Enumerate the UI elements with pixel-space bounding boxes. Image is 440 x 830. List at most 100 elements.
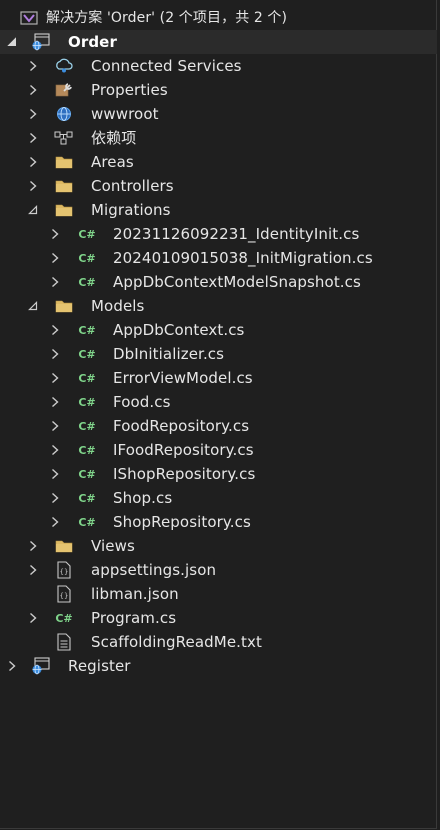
tree-item[interactable]: 依赖项: [0, 126, 437, 150]
tree-item[interactable]: {} libman.json: [0, 582, 437, 606]
csharp-file-icon: C#: [78, 347, 96, 361]
tree-item-label: Program.cs: [91, 609, 177, 627]
tree-item-label: Views: [91, 537, 135, 555]
tree-item[interactable]: Controllers: [0, 174, 437, 198]
expand-chevron-icon[interactable]: [25, 102, 41, 126]
tree-item-label: Migrations: [91, 201, 171, 219]
tree-item-label: Order: [68, 33, 117, 51]
tree-item-label: Controllers: [91, 177, 174, 195]
tree-item[interactable]: Migrations: [0, 198, 437, 222]
expand-chevron-icon[interactable]: [4, 654, 20, 678]
tree-item-label: Shop.cs: [113, 489, 173, 507]
csharp-file-icon: C#: [78, 443, 96, 457]
tree-item[interactable]: C# IFoodRepository.cs: [0, 438, 437, 462]
csharp-file-icon: C#: [78, 371, 96, 385]
collapse-triangle-icon[interactable]: [4, 30, 20, 54]
expand-chevron-icon[interactable]: [47, 318, 63, 342]
tree-item[interactable]: C# Shop.cs: [0, 486, 437, 510]
tree-item[interactable]: C# ShopRepository.cs: [0, 510, 437, 534]
tree-item-label: Connected Services: [91, 57, 242, 75]
csharp-file-icon: C#: [78, 419, 96, 433]
expand-chevron-icon[interactable]: [25, 534, 41, 558]
csharp-file-icon: C#: [78, 275, 96, 289]
expand-chevron-icon[interactable]: [47, 270, 63, 294]
collapse-triangle-icon[interactable]: [25, 294, 41, 318]
expand-chevron-icon[interactable]: [25, 54, 41, 78]
csharp-file-icon: C#: [78, 491, 96, 505]
expand-chevron-icon[interactable]: [25, 126, 41, 150]
collapse-triangle-icon[interactable]: [25, 198, 41, 222]
tree-item[interactable]: wwwroot: [0, 102, 437, 126]
visual-studio-solution-icon: [19, 6, 39, 30]
tree-item-label: DbInitializer.cs: [113, 345, 225, 363]
csharp-project-icon: [31, 30, 51, 54]
csharp-file-icon: C#: [55, 611, 73, 625]
csharp-project-icon: [31, 654, 51, 678]
json-file-icon: {}: [54, 558, 74, 582]
expand-chevron-icon[interactable]: [25, 606, 41, 630]
solution-title: 解决方案 'Order' (2 个项目，共 2 个): [46, 10, 288, 26]
tree-item[interactable]: Views: [0, 534, 437, 558]
csharp-file-icon: C#: [78, 251, 96, 265]
expand-chevron-icon[interactable]: [25, 558, 41, 582]
svg-text:{}: {}: [60, 568, 69, 576]
tree-item[interactable]: C# Food.cs: [0, 390, 437, 414]
expand-chevron-icon[interactable]: [47, 342, 63, 366]
folder-icon: [54, 198, 74, 222]
tree-item-label: FoodRepository.cs: [113, 417, 250, 435]
folder-icon: [54, 150, 74, 174]
tree-item[interactable]: {} appsettings.json: [0, 558, 437, 582]
tree-item[interactable]: C# IShopRepository.cs: [0, 462, 437, 486]
tree-item-label: ShopRepository.cs: [113, 513, 251, 531]
tree-item[interactable]: C# Program.cs: [0, 606, 437, 630]
expand-chevron-icon[interactable]: [25, 174, 41, 198]
tree-item-label: wwwroot: [91, 105, 159, 123]
tree-item-label: Properties: [91, 81, 168, 99]
expand-chevron-icon[interactable]: [47, 366, 63, 390]
tree-item[interactable]: Areas: [0, 150, 437, 174]
expand-chevron-icon[interactable]: [25, 150, 41, 174]
tree-item-label: Models: [91, 297, 145, 315]
tree-item[interactable]: Models: [0, 294, 437, 318]
tree-item-label: ErrorViewModel.cs: [113, 369, 253, 387]
tree-item[interactable]: C# AppDbContextModelSnapshot.cs: [0, 270, 437, 294]
tree-item-label: Areas: [91, 153, 134, 171]
solution-explorer-panel: 解决方案 'Order' (2 个项目，共 2 个) Order Connecte…: [0, 0, 437, 829]
tree-item[interactable]: C# ErrorViewModel.cs: [0, 366, 437, 390]
tree-item-label: ScaffoldingReadMe.txt: [91, 633, 262, 651]
expand-chevron-icon[interactable]: [47, 246, 63, 270]
expand-chevron-icon[interactable]: [25, 78, 41, 102]
globe-icon: [54, 102, 74, 126]
expand-chevron-icon[interactable]: [47, 462, 63, 486]
tree-item[interactable]: ScaffoldingReadMe.txt: [0, 630, 437, 654]
tree-item-label: IShopRepository.cs: [113, 465, 256, 483]
tree-item[interactable]: C# FoodRepository.cs: [0, 414, 437, 438]
solution-node[interactable]: 解决方案 'Order' (2 个项目，共 2 个): [0, 6, 437, 30]
csharp-file-icon: C#: [78, 515, 96, 529]
svg-text:{}: {}: [60, 592, 69, 600]
expand-chevron-icon[interactable]: [47, 222, 63, 246]
expand-chevron-icon[interactable]: [47, 414, 63, 438]
tree-item-label: AppDbContext.cs: [113, 321, 245, 339]
folder-icon: [54, 294, 74, 318]
tree-item[interactable]: Connected Services: [0, 54, 437, 78]
expand-chevron-icon[interactable]: [47, 486, 63, 510]
tree-item[interactable]: C# AppDbContext.cs: [0, 318, 437, 342]
tree-item[interactable]: Order: [0, 30, 437, 54]
tree-item-label: libman.json: [91, 585, 179, 603]
tree-item-label: IFoodRepository.cs: [113, 441, 254, 459]
tree-item[interactable]: Register: [0, 654, 437, 678]
folder-icon: [54, 174, 74, 198]
tree-item[interactable]: Properties: [0, 78, 437, 102]
tree-item[interactable]: C# DbInitializer.cs: [0, 342, 437, 366]
expand-chevron-icon[interactable]: [47, 438, 63, 462]
properties-wrench-icon: [54, 78, 74, 102]
tree-item-label: 20240109015038_InitMigration.cs: [113, 249, 373, 267]
expand-chevron-icon[interactable]: [47, 390, 63, 414]
tree-item-label: Register: [68, 657, 131, 675]
connected-services-icon: [54, 54, 74, 78]
folder-icon: [54, 534, 74, 558]
tree-item[interactable]: C# 20240109015038_InitMigration.cs: [0, 246, 437, 270]
tree-item[interactable]: C# 20231126092231_IdentityInit.cs: [0, 222, 437, 246]
expand-chevron-icon[interactable]: [47, 510, 63, 534]
